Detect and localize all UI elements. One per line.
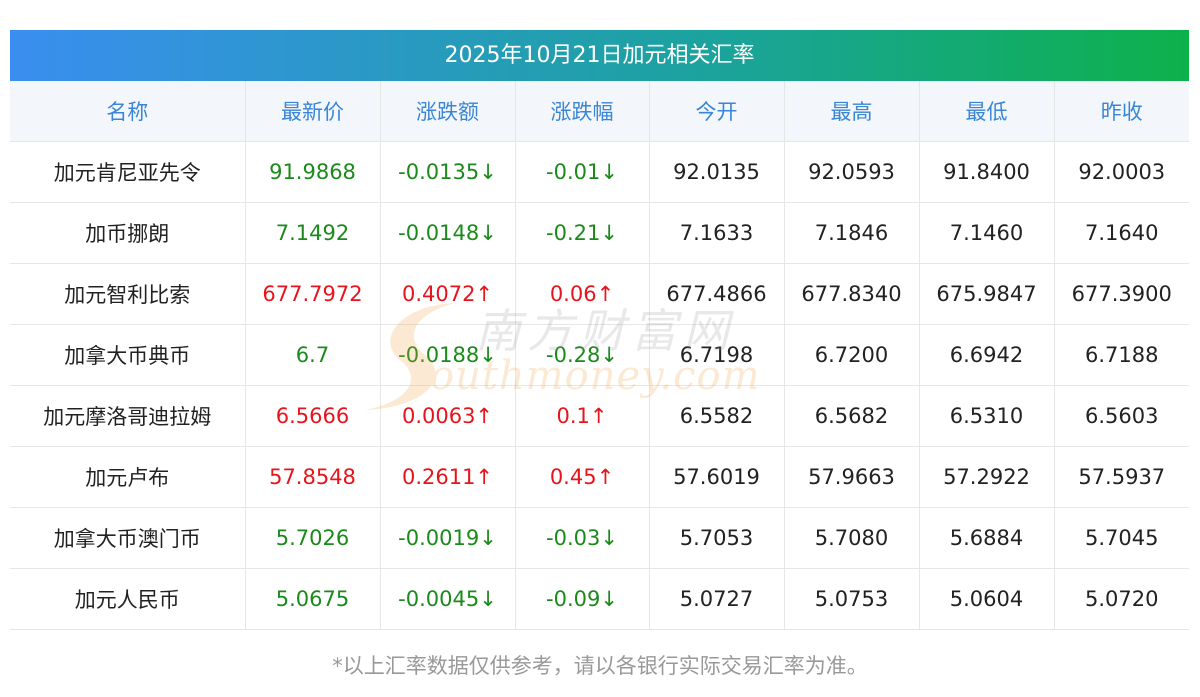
open-price-cell: 5.0727 [649,568,785,630]
latest-price-cell: 5.7026 [245,507,381,569]
currency-name-cell: 加拿大币澳门币 [10,507,246,569]
latest-price-cell: 57.8548 [245,446,381,508]
change-amount-cell: -0.0188↓ [380,324,516,386]
table-row: 加元肯尼亚先令 91.9868 -0.0135↓ -0.01↓ 92.0135 92.05… [10,141,1189,203]
prev-close-cell: 7.1640 [1054,202,1189,264]
change-percent-cell: -0.21↓ [515,202,650,264]
prev-close-cell: 57.5937 [1054,446,1189,508]
latest-price-cell: 677.7972 [245,263,381,325]
high-price-cell: 57.9663 [784,446,920,508]
latest-price-cell: 7.1492 [245,202,381,264]
latest-price-cell: 91.9868 [245,141,381,203]
column-header-open: 今开 [649,81,785,142]
currency-name-cell: 加元肯尼亚先令 [10,141,246,203]
change-percent-cell: 0.45↑ [515,446,650,508]
prev-close-cell: 92.0003 [1054,141,1189,203]
currency-name-cell: 加元卢布 [10,446,246,508]
low-price-cell: 5.0604 [919,568,1055,630]
prev-close-cell: 677.3900 [1054,263,1189,325]
table-header-row: 名称 最新价 涨跌额 涨跌幅 今开 最高 最低 昨收 [10,81,1189,142]
low-price-cell: 57.2922 [919,446,1055,508]
currency-name-cell: 加拿大币典币 [10,324,246,386]
open-price-cell: 677.4866 [649,263,785,325]
low-price-cell: 6.5310 [919,385,1055,447]
table-title: 2025年10月21日加元相关汇率 [10,30,1189,81]
open-price-cell: 92.0135 [649,141,785,203]
high-price-cell: 5.7080 [784,507,920,569]
column-header-name: 名称 [10,81,246,142]
low-price-cell: 7.1460 [919,202,1055,264]
change-percent-cell: -0.28↓ [515,324,650,386]
table-row: 加元智利比索 677.7972 0.4072↑ 0.06↑ 677.4866 677.83… [10,263,1189,325]
column-header-low: 最低 [919,81,1055,142]
open-price-cell: 5.7053 [649,507,785,569]
low-price-cell: 6.6942 [919,324,1055,386]
currency-name-cell: 加币挪朗 [10,202,246,264]
latest-price-cell: 6.5666 [245,385,381,447]
high-price-cell: 7.1846 [784,202,920,264]
exchange-rate-panel: 2025年10月21日加元相关汇率 名称 最新价 涨跌额 涨跌幅 今开 最高 最… [10,30,1189,630]
column-header-change-pct: 涨跌幅 [515,81,650,142]
column-header-prev-close: 昨收 [1054,81,1189,142]
high-price-cell: 5.0753 [784,568,920,630]
latest-price-cell: 6.7 [245,324,381,386]
currency-name-cell: 加元人民币 [10,568,246,630]
table-row: 加元摩洛哥迪拉姆 6.5666 0.0063↑ 0.1↑ 6.5582 6.5682 6.5… [10,385,1189,447]
prev-close-cell: 5.7045 [1054,507,1189,569]
exchange-rate-table: 名称 最新价 涨跌额 涨跌幅 今开 最高 最低 昨收 加元肯尼亚先令 91.986… [10,81,1189,630]
latest-price-cell: 5.0675 [245,568,381,630]
table-row: 加拿大币澳门币 5.7026 -0.0019↓ -0.03↓ 5.7053 5.7080 5… [10,507,1189,569]
currency-name-cell: 加元摩洛哥迪拉姆 [10,385,246,447]
open-price-cell: 6.5582 [649,385,785,447]
change-amount-cell: -0.0019↓ [380,507,516,569]
change-percent-cell: 0.1↑ [515,385,650,447]
table-row: 加元卢布 57.8548 0.2611↑ 0.45↑ 57.6019 57.9663 57.… [10,446,1189,508]
high-price-cell: 6.5682 [784,385,920,447]
change-amount-cell: -0.0148↓ [380,202,516,264]
change-amount-cell: 0.4072↑ [380,263,516,325]
change-percent-cell: 0.06↑ [515,263,650,325]
low-price-cell: 5.6884 [919,507,1055,569]
prev-close-cell: 6.5603 [1054,385,1189,447]
open-price-cell: 6.7198 [649,324,785,386]
table-row: 加拿大币典币 6.7 -0.0188↓ -0.28↓ 6.7198 6.7200 6.694… [10,324,1189,386]
high-price-cell: 92.0593 [784,141,920,203]
change-amount-cell: 0.0063↑ [380,385,516,447]
open-price-cell: 7.1633 [649,202,785,264]
open-price-cell: 57.6019 [649,446,785,508]
change-amount-cell: -0.0045↓ [380,568,516,630]
footnote: *以上汇率数据仅供参考，请以各银行实际交易汇率为准。 [332,654,868,678]
change-percent-cell: -0.01↓ [515,141,650,203]
change-percent-cell: -0.03↓ [515,507,650,569]
currency-name-cell: 加元智利比索 [10,263,246,325]
table-row: 加币挪朗 7.1492 -0.0148↓ -0.21↓ 7.1633 7.1846 7.14… [10,202,1189,264]
prev-close-cell: 6.7188 [1054,324,1189,386]
change-percent-cell: -0.09↓ [515,568,650,630]
table-row: 加元人民币 5.0675 -0.0045↓ -0.09↓ 5.0727 5.0753 5.0… [10,568,1189,630]
low-price-cell: 91.8400 [919,141,1055,203]
column-header-change: 涨跌额 [380,81,516,142]
low-price-cell: 675.9847 [919,263,1055,325]
column-header-latest: 最新价 [245,81,381,142]
change-amount-cell: 0.2611↑ [380,446,516,508]
prev-close-cell: 5.0720 [1054,568,1189,630]
change-amount-cell: -0.0135↓ [380,141,516,203]
column-header-high: 最高 [784,81,920,142]
high-price-cell: 677.8340 [784,263,920,325]
high-price-cell: 6.7200 [784,324,920,386]
